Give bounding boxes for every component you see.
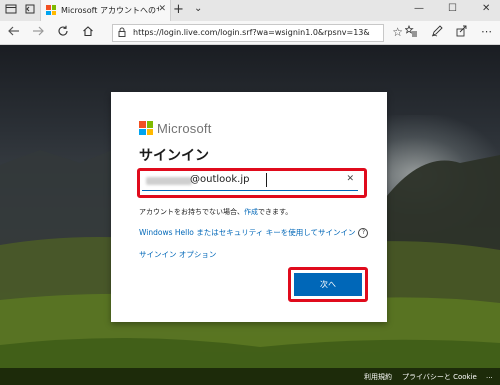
tab-list-icon[interactable] bbox=[4, 3, 18, 17]
tabs-aside-icon[interactable] bbox=[22, 3, 36, 17]
signin-dialog: Microsoft サインイン @outlook.jp ✕ アカウントをお持ちで… bbox=[111, 92, 387, 322]
maximize-icon[interactable]: ☐ bbox=[448, 3, 457, 14]
no-account-text: アカウントをお持ちでない場合、作成できます。 bbox=[139, 207, 292, 217]
favorite-star-icon[interactable]: ☆ bbox=[392, 25, 403, 39]
windows-hello-link[interactable]: Windows Hello またはセキュリティ キーを使用してサインイン bbox=[139, 228, 355, 237]
next-button[interactable]: 次へ bbox=[294, 273, 362, 296]
close-window-icon[interactable]: ✕ bbox=[482, 3, 490, 14]
tab-preview-chevron-icon[interactable]: ⌄ bbox=[194, 3, 202, 14]
text-caret bbox=[266, 173, 267, 187]
page-footer: 利用規約 プライバシーと Cookie ... bbox=[0, 368, 500, 385]
browser-navbar: https://login.live.com/login.srf?wa=wsig… bbox=[0, 21, 500, 45]
share-icon[interactable] bbox=[456, 25, 468, 40]
email-highlight-box: @outlook.jp ✕ bbox=[137, 168, 367, 198]
no-account-prefix: アカウントをお持ちでない場合、 bbox=[139, 208, 244, 216]
home-icon[interactable] bbox=[82, 25, 94, 40]
tab-close-icon[interactable]: ✕ bbox=[158, 4, 166, 14]
tab-title: Microsoft アカウントへのサ bbox=[61, 6, 159, 15]
lock-icon bbox=[118, 27, 126, 39]
favorites-list-icon[interactable] bbox=[404, 24, 418, 40]
email-domain-text: @outlook.jp bbox=[190, 174, 250, 185]
email-username-redacted bbox=[146, 177, 192, 185]
next-highlight-box: 次へ bbox=[288, 267, 368, 302]
clear-input-icon[interactable]: ✕ bbox=[346, 174, 354, 184]
address-bar[interactable]: https://login.live.com/login.srf?wa=wsig… bbox=[112, 24, 403, 42]
windows-hello-row: Windows Hello またはセキュリティ キーを使用してサインイン? bbox=[139, 227, 369, 238]
refresh-icon[interactable] bbox=[57, 25, 69, 40]
email-input[interactable]: @outlook.jp ✕ bbox=[142, 173, 358, 191]
minimize-icon[interactable]: — bbox=[414, 3, 424, 14]
microsoft-favicon-icon bbox=[46, 5, 56, 15]
create-account-link[interactable]: 作成 bbox=[244, 208, 258, 216]
page-title: サインイン bbox=[139, 148, 209, 164]
more-options-icon[interactable]: ⋯ bbox=[481, 25, 492, 38]
help-icon[interactable]: ? bbox=[358, 228, 369, 238]
forward-icon[interactable] bbox=[32, 25, 45, 40]
no-account-suffix: できます。 bbox=[258, 208, 293, 216]
microsoft-logo-text: Microsoft bbox=[157, 121, 212, 136]
new-tab-icon[interactable]: + bbox=[173, 2, 184, 17]
microsoft-logo-icon bbox=[139, 121, 153, 135]
privacy-cookie-link[interactable]: プライバシーと Cookie bbox=[402, 372, 477, 382]
terms-link[interactable]: 利用規約 bbox=[364, 372, 392, 382]
signin-options-link[interactable]: サインイン オプション bbox=[139, 249, 216, 260]
footer-more-link[interactable]: ... bbox=[486, 372, 493, 380]
active-tab[interactable]: Microsoft アカウントへのサ ✕ bbox=[40, 0, 171, 21]
back-icon[interactable] bbox=[7, 25, 20, 40]
pen-notes-icon[interactable] bbox=[431, 25, 443, 40]
browser-titlebar: Microsoft アカウントへのサ ✕ + ⌄ — ☐ ✕ bbox=[0, 0, 500, 21]
address-url: https://login.live.com/login.srf?wa=wsig… bbox=[133, 28, 370, 37]
